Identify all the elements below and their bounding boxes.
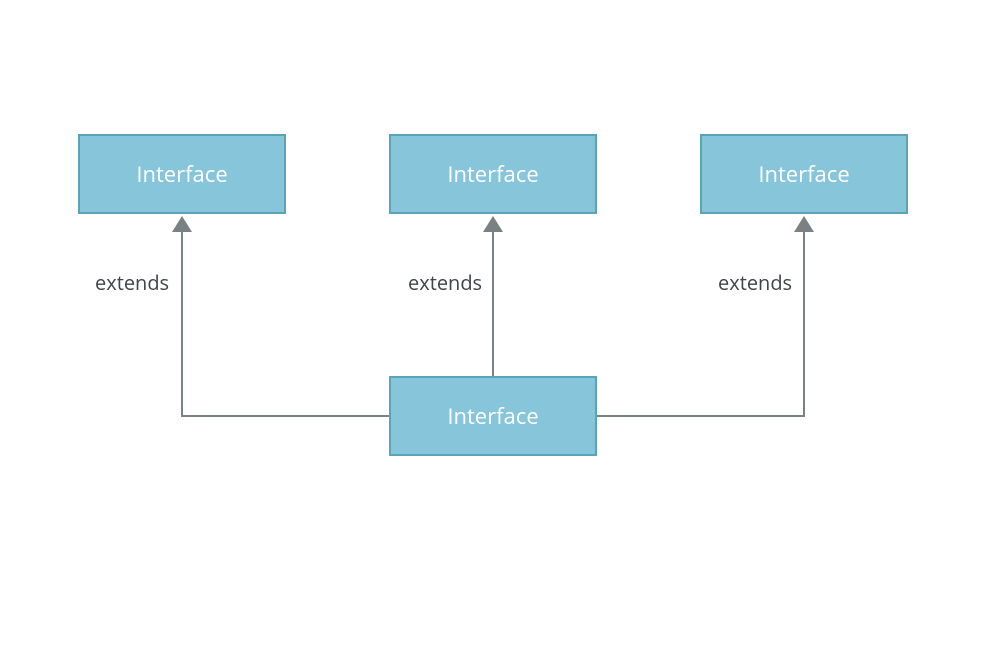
- box-label: Interface: [758, 159, 849, 189]
- edge-right: [597, 220, 804, 416]
- edge-label-right: extends: [718, 269, 792, 296]
- edges-layer: [0, 0, 1000, 650]
- box-label: Interface: [447, 401, 538, 431]
- edge-label-mid: extends: [408, 269, 482, 296]
- interface-box-top-left: Interface: [78, 134, 286, 214]
- edge-label-left: extends: [95, 269, 169, 296]
- box-label: Interface: [447, 159, 538, 189]
- interface-box-top-right: Interface: [700, 134, 908, 214]
- interface-box-bottom: Interface: [389, 376, 597, 456]
- interface-box-top-mid: Interface: [389, 134, 597, 214]
- interface-diagram: Interface Interface Interface Interface …: [0, 0, 1000, 650]
- box-label: Interface: [136, 159, 227, 189]
- edge-left: [182, 220, 389, 416]
